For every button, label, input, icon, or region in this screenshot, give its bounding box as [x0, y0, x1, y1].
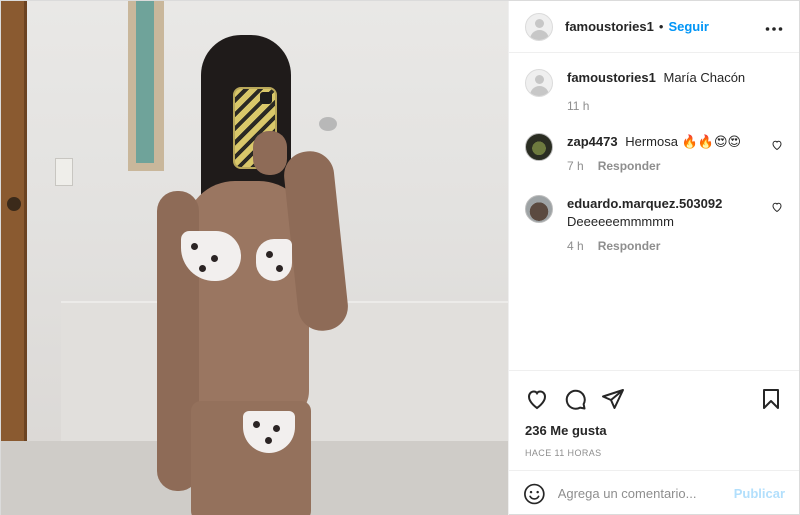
caption: famoustories1 María Chacón 11 h: [525, 69, 783, 113]
caption-text: María Chacón: [663, 70, 746, 85]
photo-person: [151, 31, 371, 515]
post-timestamp[interactable]: HACE 11 HORAS: [525, 448, 783, 458]
publish-button[interactable]: Publicar: [734, 486, 785, 501]
more-horizontal-icon[interactable]: [765, 16, 783, 37]
author-avatar[interactable]: [525, 12, 553, 41]
comment-text: Deeeeeemmmmm: [567, 214, 674, 229]
post-actions: 236 Me gusta HACE 11 HORAS: [509, 370, 799, 470]
photo-door: [1, 1, 27, 441]
reply-button[interactable]: Responder: [598, 159, 661, 173]
author-username[interactable]: famoustories1: [565, 19, 654, 34]
bookmark-icon[interactable]: [759, 387, 783, 411]
commenter-avatar[interactable]: [525, 195, 553, 223]
caption-avatar[interactable]: [525, 69, 553, 97]
comment-item: eduardo.marquez.503092 Deeeeeemmmmm 4 h …: [525, 195, 783, 253]
comment-text: Hermosa 🔥🔥😍😍: [625, 134, 742, 149]
photo-light-switch: [55, 158, 73, 186]
comment-input[interactable]: [557, 486, 734, 501]
caption-username[interactable]: famoustories1: [567, 70, 656, 85]
emoji-icon[interactable]: [523, 482, 546, 506]
heart-icon[interactable]: [525, 387, 549, 411]
comment-item: zap4473 Hermosa 🔥🔥😍😍 7 h Responder: [525, 133, 783, 173]
comment-time[interactable]: 4 h: [567, 239, 584, 253]
post-header: famoustories1 • Seguir: [509, 1, 799, 53]
likes-count[interactable]: 236 Me gusta: [525, 423, 783, 438]
comment-username[interactable]: zap4473: [567, 134, 618, 149]
post-photo[interactable]: [1, 1, 508, 515]
like-comment-heart-icon[interactable]: [771, 139, 783, 151]
comment-composer: Publicar: [509, 470, 799, 515]
follow-button[interactable]: Seguir: [668, 19, 708, 34]
header-separator: •: [658, 19, 664, 34]
reply-button[interactable]: Responder: [598, 239, 661, 253]
commenter-avatar[interactable]: [525, 133, 553, 161]
action-icons: [525, 381, 783, 417]
comment-time[interactable]: 7 h: [567, 159, 584, 173]
like-comment-heart-icon[interactable]: [771, 201, 783, 213]
comment-username[interactable]: eduardo.marquez.503092: [567, 196, 722, 211]
share-icon[interactable]: [601, 387, 625, 411]
post-side-panel: famoustories1 • Seguir famoustories1 Mar…: [508, 1, 799, 515]
comment-icon[interactable]: [563, 387, 587, 411]
instagram-post: famoustories1 • Seguir famoustories1 Mar…: [0, 0, 800, 515]
comments-list: famoustories1 María Chacón 11 h zap4473 …: [509, 53, 799, 370]
caption-time[interactable]: 11 h: [567, 99, 589, 113]
